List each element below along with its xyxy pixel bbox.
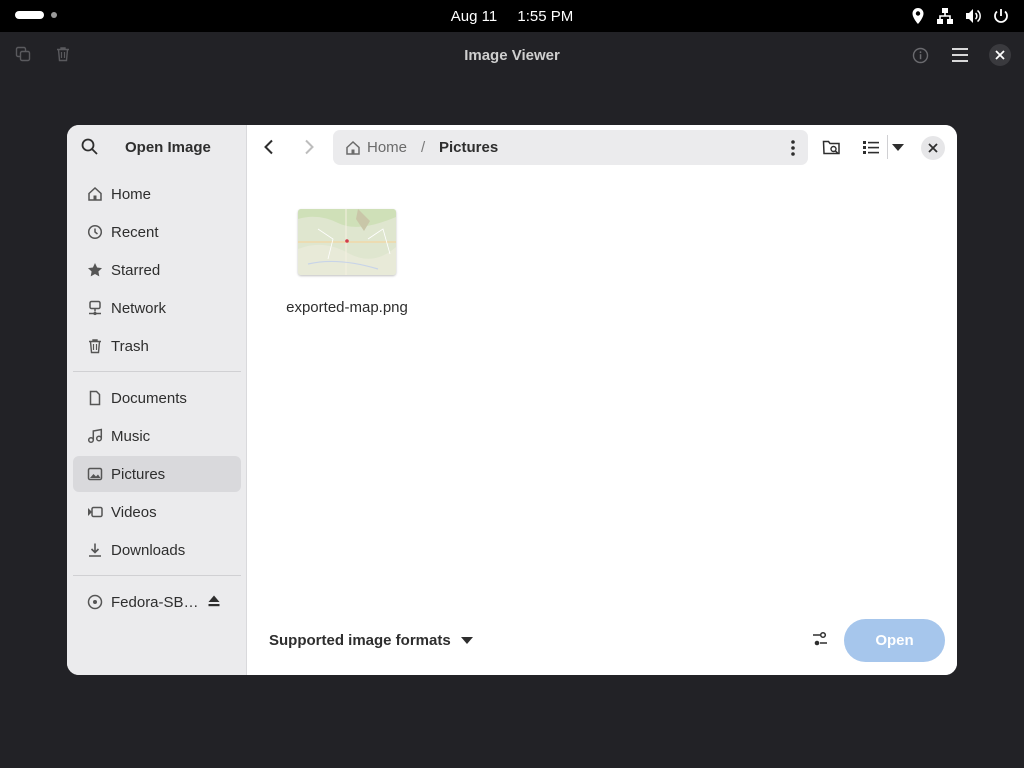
sidebar-item-trash[interactable]: Trash — [73, 328, 241, 364]
places-list: Home Recent Starred Network Trash Docume… — [73, 176, 241, 622]
info-icon[interactable] — [912, 47, 929, 64]
sidebar-header: Open Image — [67, 125, 247, 171]
more-options-icon[interactable] — [790, 139, 796, 157]
sidebar-item-label: Music — [111, 427, 151, 445]
breadcrumb-separator: / — [421, 139, 426, 156]
sidebar-separator — [73, 575, 241, 576]
sidebar-item-label: Starred — [111, 261, 161, 279]
file-item[interactable]: exported-map.png — [277, 209, 417, 316]
open-image-dialog: Open Image Home Recent Starred Network T… — [67, 125, 957, 675]
breadcrumb-home-label: Home — [367, 139, 408, 156]
volume-icon — [966, 9, 981, 23]
eject-icon[interactable] — [207, 594, 221, 608]
dialog-title: Open Image — [125, 139, 211, 156]
close-icon — [995, 50, 1005, 60]
file-name: exported-map.png — [286, 299, 408, 316]
sidebar: Open Image Home Recent Starred Network T… — [67, 125, 247, 675]
power-icon — [994, 9, 1008, 23]
open-button[interactable]: Open — [844, 619, 945, 662]
time-label: 1:55 PM — [517, 8, 574, 25]
sidebar-item-videos[interactable]: Videos — [73, 494, 241, 530]
chevron-down-icon[interactable] — [892, 144, 904, 152]
view-separator — [887, 135, 888, 159]
star-icon — [87, 262, 103, 278]
document-icon — [87, 390, 103, 406]
network-drive-icon — [87, 300, 103, 316]
sidebar-item-label: Home — [111, 185, 152, 203]
sidebar-item-network[interactable]: Network — [73, 290, 241, 326]
sidebar-item-label: Trash — [111, 337, 149, 355]
close-button[interactable] — [989, 44, 1011, 66]
location-icon — [912, 8, 924, 24]
sidebar-separator — [73, 371, 241, 372]
search-folder-icon[interactable] — [822, 139, 841, 156]
image-icon — [87, 466, 103, 482]
video-icon — [87, 504, 103, 520]
home-icon — [346, 140, 360, 155]
file-browser: Home / Pictures exported-map.png Support… — [247, 125, 957, 675]
path-bar: Home / Pictures — [333, 130, 808, 165]
date-label: Aug 11 — [450, 8, 498, 25]
sidebar-item-music[interactable]: Music — [73, 418, 241, 454]
dialog-headerbar: Home / Pictures — [247, 125, 957, 171]
chevron-down-icon — [460, 636, 473, 644]
sidebar-item-label: Videos — [111, 503, 157, 521]
clock[interactable]: Aug 11 1:55 PM — [0, 8, 1024, 25]
filter-label: Supported image formats — [269, 632, 451, 649]
app-headerbar: Image Viewer — [0, 32, 1024, 78]
system-tray[interactable] — [910, 7, 1010, 25]
sidebar-item-label: Network — [111, 299, 167, 317]
sidebar-item-label: Pictures — [111, 465, 166, 483]
sidebar-item-label: Fedora-SB… — [111, 593, 199, 611]
sidebar-item-downloads[interactable]: Downloads — [73, 532, 241, 568]
dialog-close-button[interactable] — [921, 136, 945, 160]
forward-icon[interactable] — [303, 139, 315, 155]
trash-icon — [87, 338, 103, 354]
breadcrumb-current[interactable]: Pictures — [439, 139, 498, 156]
close-icon — [928, 143, 938, 153]
sidebar-item-recent[interactable]: Recent — [73, 214, 241, 250]
search-icon[interactable] — [81, 138, 99, 156]
sidebar-item-pictures[interactable]: Pictures — [73, 456, 241, 492]
network-icon — [937, 8, 953, 24]
sidebar-item-label: Downloads — [111, 541, 186, 559]
sidebar-item-label: Recent — [111, 223, 159, 241]
top-bar: Aug 11 1:55 PM — [0, 0, 1024, 32]
disc-icon — [87, 594, 103, 610]
sidebar-item-documents[interactable]: Documents — [73, 380, 241, 416]
sidebar-item-label: Documents — [111, 389, 187, 407]
breadcrumb-home[interactable]: Home — [345, 139, 407, 156]
map-thumbnail — [298, 209, 396, 275]
home-icon — [87, 186, 103, 202]
sidebar-item-starred[interactable]: Starred — [73, 252, 241, 288]
list-view-icon[interactable] — [863, 140, 879, 155]
sidebar-item-home[interactable]: Home — [73, 176, 241, 212]
file-type-filter[interactable]: Supported image formats — [269, 632, 473, 649]
back-icon[interactable] — [263, 139, 275, 155]
clock-icon — [87, 224, 103, 240]
app-title: Image Viewer — [464, 47, 560, 64]
sidebar-item-fedora-drive[interactable]: Fedora-SB… — [73, 584, 241, 620]
options-icon[interactable] — [812, 631, 828, 647]
music-icon — [87, 428, 103, 444]
download-icon — [87, 542, 103, 558]
hamburger-menu-icon[interactable] — [952, 48, 970, 62]
